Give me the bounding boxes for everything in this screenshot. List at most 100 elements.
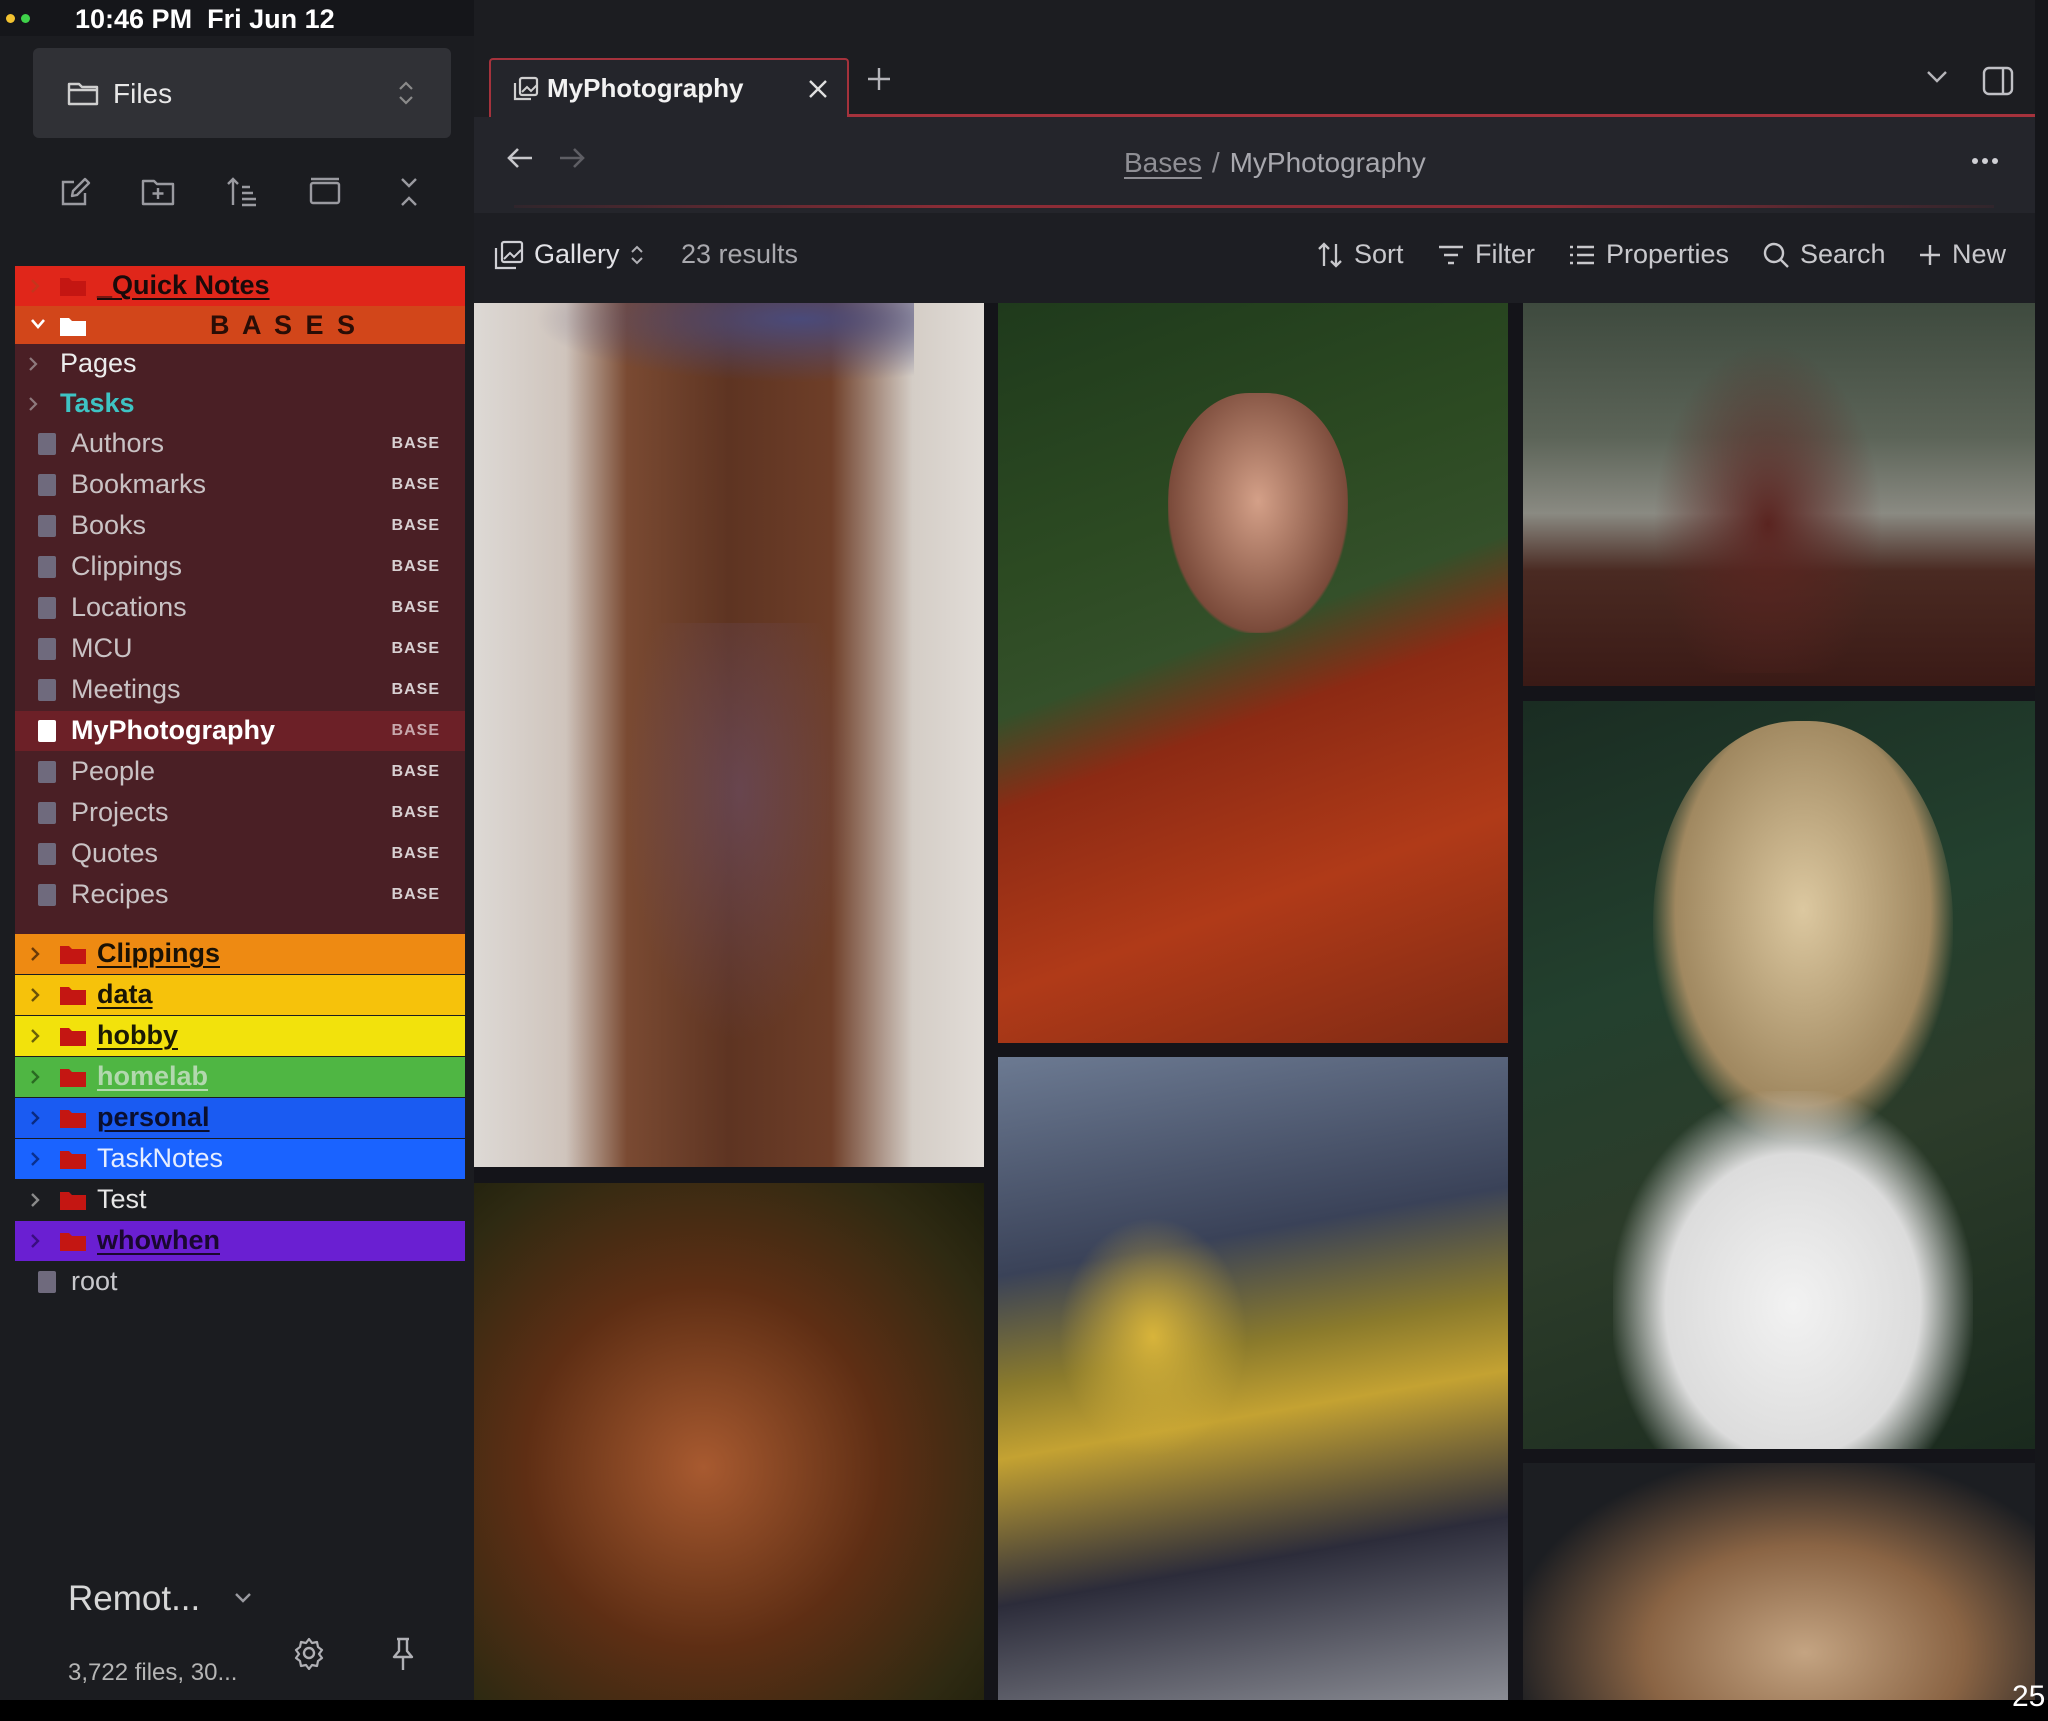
main-pane: MyPhotography Bases / MyPhotography Gall… [474,0,2035,1700]
base-item-locations[interactable]: Locations BASE [15,588,465,628]
breadcrumb-current[interactable]: MyPhotography [1230,147,1426,178]
photo-card[interactable] [1523,701,2035,1449]
folder-icon [59,275,87,297]
base-item-mcu[interactable]: MCU BASE [15,629,465,669]
view-label: Gallery [534,239,620,269]
arrow-left-icon[interactable] [506,146,534,170]
sort-icon [1316,241,1344,269]
gallery-grid [474,303,2035,1700]
folder-personal[interactable]: personal [15,1098,465,1138]
corner-number: 25 [2012,1680,2046,1713]
status-dot-yellow [6,14,15,23]
new-tab-icon[interactable] [866,66,892,92]
tab-myphotography[interactable]: MyPhotography [489,58,849,118]
file-icon [37,637,57,661]
vault-name[interactable]: Remot... [68,1579,200,1619]
chevron-right-icon [29,945,41,963]
base-item-bookmarks[interactable]: Bookmarks BASE [15,465,465,505]
base-item-meetings[interactable]: Meetings BASE [15,670,465,710]
plus-icon [1918,243,1942,267]
base-item-books[interactable]: Books BASE [15,506,465,546]
bases-folder-contents: Pages Tasks Authors BASE Bookmarks BASE … [15,344,465,956]
base-item-clippings[interactable]: Clippings BASE [15,547,465,587]
folder-test[interactable]: Test [15,1180,465,1220]
close-icon[interactable] [807,78,829,100]
new-folder-icon[interactable] [138,172,178,212]
view-switcher[interactable]: Files [33,48,451,138]
folder-pages[interactable]: Pages [15,344,465,384]
chevron-down-icon[interactable] [234,1592,252,1604]
folder-quick-notes[interactable]: _Quick Notes [15,266,465,306]
folder-label: Tasks [60,388,135,418]
photo-card[interactable] [474,303,984,1167]
photo-card[interactable] [998,303,1508,1043]
chevron-right-icon [27,395,39,413]
chevron-down-icon [29,317,47,331]
photo-card[interactable] [1523,1463,2035,1700]
pin-icon[interactable] [388,1636,418,1672]
base-item-myphotography[interactable]: MyPhotography BASE [15,711,465,751]
folder-tasknotes[interactable]: TaskNotes [15,1139,465,1179]
folder-icon [67,80,99,106]
breadcrumb-parent[interactable]: Bases [1124,147,1202,178]
chevron-right-icon [29,1232,41,1250]
breadcrumb-separator: / [1211,147,1220,178]
photo-card[interactable] [998,1057,1508,1700]
folder-hobby[interactable]: hobby [15,1016,465,1056]
base-item-label: Quotes [71,838,159,868]
base-badge: BASE [391,763,440,780]
base-item-projects[interactable]: Projects BASE [15,793,465,833]
collapse-all-icon[interactable] [389,172,429,212]
folder-tasks[interactable]: Tasks [15,384,465,424]
gear-icon[interactable] [292,1636,326,1670]
base-badge: BASE [391,722,440,739]
list-icon [1568,243,1596,267]
base-badge: BASE [391,435,440,452]
chevron-updown-icon [630,244,644,266]
properties-button[interactable]: Properties [1568,239,1729,270]
folder-clippings[interactable]: Clippings [15,934,465,974]
folder-label: whowhen [97,1225,220,1255]
base-item-authors[interactable]: Authors BASE [15,424,465,464]
new-note-icon[interactable] [55,172,95,212]
base-item-label: Books [71,510,147,540]
more-options-icon[interactable] [1971,157,1999,165]
filter-button[interactable]: Filter [1437,239,1535,270]
view-selector[interactable]: Gallery [494,239,644,270]
base-badge: BASE [391,599,440,616]
base-item-label: Recipes [71,879,169,909]
folder-label: Test [97,1184,147,1214]
sort-button[interactable]: Sort [1316,239,1404,270]
base-badge: BASE [391,558,440,575]
photo-card[interactable] [1523,303,2035,686]
properties-label: Properties [1606,239,1730,269]
sort-label: Sort [1354,239,1404,269]
folder-homelab[interactable]: homelab [15,1057,465,1097]
sort-order-icon[interactable] [222,172,262,212]
folder-bases[interactable]: B A S E S [15,306,465,346]
sidebar-toggle-icon[interactable] [1982,66,2014,96]
new-button[interactable]: New [1918,239,2006,270]
file-icon [37,1270,57,1294]
base-item-quotes[interactable]: Quotes BASE [15,834,465,874]
arrow-right-icon[interactable] [558,146,586,170]
photo-detail [1058,1217,1248,1457]
photo-card[interactable] [474,1183,984,1700]
vault-stats: 3,722 files, 30... [68,1659,238,1686]
chevron-right-icon [29,1027,41,1045]
file-root[interactable]: root [15,1262,465,1302]
folder-data[interactable]: data [15,975,465,1015]
search-icon [1762,241,1790,269]
base-item-people[interactable]: People BASE [15,752,465,792]
chevron-updown-icon [397,78,415,108]
file-icon [37,678,57,702]
expand-icon[interactable] [305,172,345,212]
folder-icon [59,943,87,965]
folder-whowhen[interactable]: whowhen [15,1221,465,1261]
chevron-right-icon [29,986,41,1004]
chevron-down-icon[interactable] [1926,70,1948,84]
folder-icon [59,1025,87,1047]
search-button[interactable]: Search [1762,239,1886,270]
view-switcher-label: Files [113,78,173,109]
base-item-recipes[interactable]: Recipes BASE [15,875,465,915]
